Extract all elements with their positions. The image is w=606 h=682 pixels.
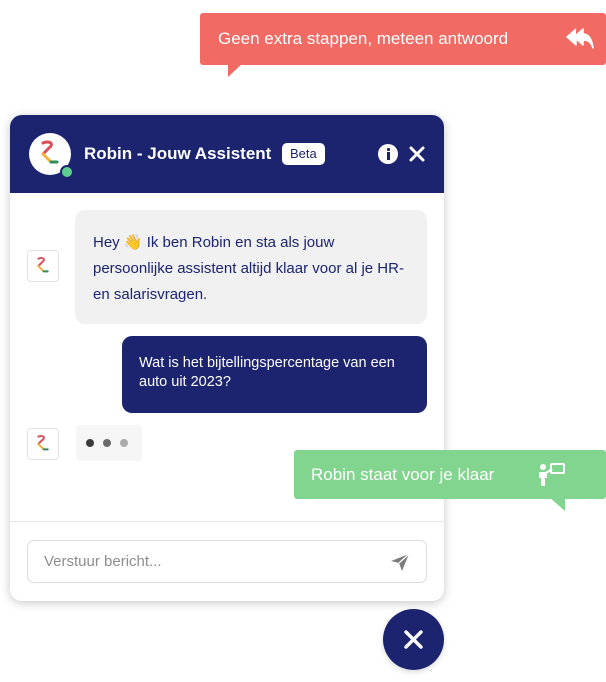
waving-hand-icon: 👋 xyxy=(123,234,143,251)
send-icon[interactable] xyxy=(390,552,410,572)
bot-avatar xyxy=(27,250,59,282)
feature-callout-text: Robin staat voor je klaar xyxy=(311,464,495,484)
message-greeting: Hey xyxy=(93,234,120,251)
reply-all-icon xyxy=(566,28,594,49)
typing-indicator xyxy=(76,425,142,461)
typing-dot xyxy=(103,439,111,447)
beta-badge: Beta xyxy=(282,143,325,165)
chat-launcher-close-button[interactable] xyxy=(383,609,444,670)
close-icon[interactable] xyxy=(406,143,428,165)
feature-callout-instant-answer: Geen extra stappen, meteen antwoord xyxy=(200,13,606,77)
robin-logo-icon xyxy=(37,257,49,273)
message-composer xyxy=(27,540,427,583)
info-icon[interactable] xyxy=(378,144,398,164)
chat-header: Robin - Jouw Assistent Beta xyxy=(10,115,444,193)
bot-avatar xyxy=(27,428,59,460)
composer-divider xyxy=(10,521,444,522)
close-icon xyxy=(404,630,423,649)
message-text: Wat is het bijtellingspercentage van een… xyxy=(139,355,395,390)
robin-logo-icon xyxy=(37,435,49,451)
bot-message: Hey 👋 Ik ben Robin en sta als jouw perso… xyxy=(75,210,427,324)
chat-window: Robin - Jouw Assistent Beta Hey 👋 Ik ben… xyxy=(10,115,444,601)
typing-dot xyxy=(86,439,94,447)
online-status-dot xyxy=(60,165,74,179)
robin-logo-icon xyxy=(41,140,59,164)
handover-icon xyxy=(539,463,565,486)
typing-dot xyxy=(120,439,128,447)
user-message: Wat is het bijtellingspercentage van een… xyxy=(122,336,427,413)
callout-tail xyxy=(228,63,243,77)
callout-tail xyxy=(549,497,565,511)
chat-title: Robin - Jouw Assistent xyxy=(84,144,272,163)
feature-callout-text: Geen extra stappen, meteen antwoord xyxy=(218,29,509,48)
message-input[interactable] xyxy=(44,541,364,582)
feature-callout-ready: Robin staat voor je klaar xyxy=(294,450,606,511)
